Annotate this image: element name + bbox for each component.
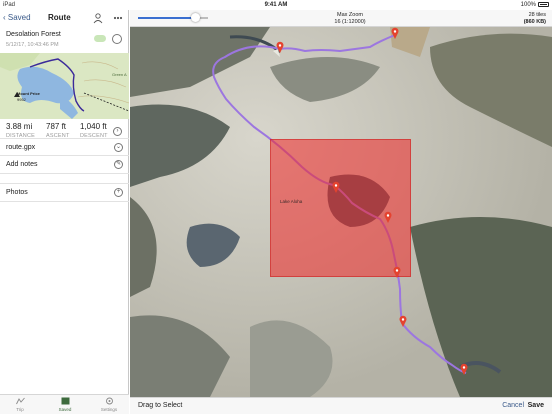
waypoint-marker-icon[interactable] (393, 266, 401, 278)
file-name: route.gpx (6, 144, 36, 151)
tab-settings-label: Settings (100, 407, 118, 412)
drag-hint: Drag to Select (138, 402, 183, 409)
tab-bar: Trip Saved Settings (0, 394, 129, 414)
thumb-label-creek: Green A (112, 72, 127, 77)
notes-row[interactable]: Add notes ✎ (0, 155, 129, 173)
thumb-label-elev: 9952 (17, 97, 26, 102)
page-title: Route (48, 13, 71, 22)
waypoint-marker-icon[interactable] (276, 41, 284, 53)
tab-trip[interactable]: Trip (5, 397, 35, 412)
max-zoom-value: 16 (1:12000) (334, 18, 366, 25)
tab-saved-label: Saved (58, 407, 72, 412)
pencil-icon[interactable]: ✎ (114, 160, 123, 169)
route-date: 5/12/17, 10:43:46 PM (6, 42, 59, 48)
chevron-right-icon[interactable]: › (113, 127, 122, 136)
tile-count-readout: 28 tiles (860 KB) (524, 12, 546, 25)
stat-distance-value: 3.88 mi (6, 122, 33, 131)
divider (0, 201, 129, 202)
chevron-down-icon[interactable]: ⌄ (114, 143, 123, 152)
stat-descent-value: 1,040 ft (80, 122, 107, 131)
file-row[interactable]: route.gpx ⌄ (0, 138, 129, 155)
tab-settings[interactable]: Settings (94, 397, 124, 412)
trip-icon (15, 397, 25, 405)
battery-percent: 100% (520, 2, 536, 8)
route-detail-panel: ‹ Saved Route Desolation Forest 5/12/17,… (0, 10, 129, 414)
add-photo-icon[interactable]: + (114, 188, 123, 197)
satellite-map[interactable]: Lake Aloha (130, 27, 552, 397)
battery-icon (538, 2, 549, 7)
stat-ascent-value: 787 ft (46, 122, 67, 131)
stat-distance: 3.88 mi DISTANCE (6, 122, 35, 139)
add-notes-label: Add notes (6, 161, 38, 168)
max-zoom-readout: Max Zoom 16 (1:12000) (320, 12, 380, 25)
more-icon[interactable] (112, 12, 124, 24)
status-bar: iPad 9:41 AM 100% (0, 0, 552, 10)
settings-icon (105, 397, 113, 405)
zoom-slider[interactable] (138, 13, 208, 22)
navigation-bar: ‹ Saved Route (0, 10, 129, 28)
photos-row[interactable]: Photos + (0, 183, 129, 201)
stat-descent: 1,040 ft DESCENT (80, 122, 108, 139)
spacer-row (0, 173, 129, 183)
waypoint-marker-icon[interactable] (399, 315, 407, 327)
status-time: 9:41 AM (264, 2, 288, 8)
route-markers (276, 27, 468, 375)
cancel-button[interactable]: Cancel (502, 402, 524, 409)
waypoint-marker-icon[interactable] (384, 211, 392, 223)
route-name[interactable]: Desolation Forest (6, 31, 61, 38)
tab-trip-label: Trip (16, 407, 24, 412)
selection-toolbar: Drag to Select Cancel Save (130, 397, 552, 414)
zoom-slider-knob[interactable] (190, 13, 200, 22)
save-button[interactable]: Save (528, 402, 544, 409)
stat-ascent: 787 ft ASCENT (46, 122, 70, 139)
thumb-label-peak: Mount Price (17, 91, 40, 96)
add-person-icon[interactable] (92, 12, 104, 24)
back-button[interactable]: ‹ Saved (3, 13, 31, 22)
waypoint-marker-icon[interactable] (332, 181, 340, 193)
waypoint-marker-icon[interactable] (391, 27, 399, 39)
download-size: (860 KB) (523, 18, 546, 25)
download-toolbar: Max Zoom 16 (1:12000) 28 tiles (860 KB) (130, 10, 552, 27)
saved-icon (61, 397, 69, 405)
zoom-slider-fill (138, 17, 196, 19)
edit-icon[interactable] (112, 34, 122, 44)
photos-label: Photos (6, 189, 28, 196)
visibility-toggle[interactable] (94, 35, 106, 42)
waypoint-marker-icon[interactable] (460, 363, 468, 375)
route-thumbnail-map[interactable]: Green A Mount Price 9952 (0, 53, 129, 119)
tab-saved[interactable]: Saved (50, 397, 80, 412)
back-label: Saved (7, 13, 31, 22)
